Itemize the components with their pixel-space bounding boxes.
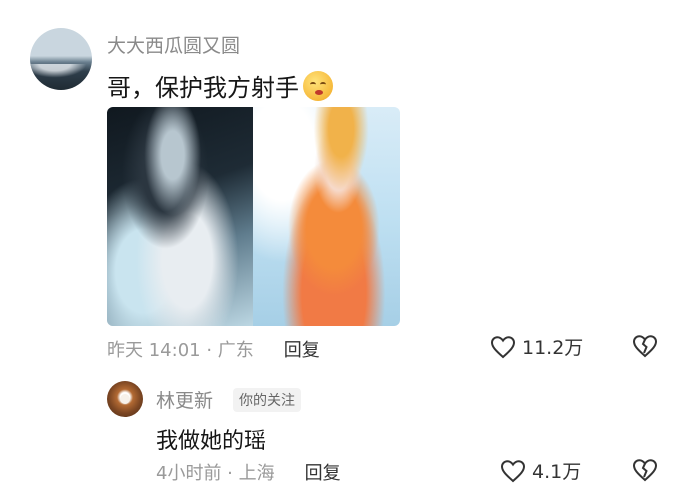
heart-icon xyxy=(500,459,526,482)
follow-badge: 你的关注 xyxy=(233,388,301,412)
image-right-panel xyxy=(253,107,400,326)
reply-like-count: 4.1万 xyxy=(532,461,582,483)
broken-heart-icon xyxy=(632,335,658,358)
like-count: 11.2万 xyxy=(522,337,584,359)
comment-item: 大大西瓜圆又圆 哥，保护我方射手 昨天 14:01 · 广东 回复 11.2万 xyxy=(0,0,690,370)
image-left-panel xyxy=(107,107,253,326)
reply-like-button[interactable]: 4.1万 xyxy=(500,457,581,484)
smirk-emoji-icon xyxy=(303,70,333,101)
reply-username[interactable]: 林更新 xyxy=(156,386,213,413)
dislike-button[interactable] xyxy=(632,334,658,358)
heart-icon xyxy=(490,335,516,358)
reply-avatar[interactable] xyxy=(107,381,143,417)
comment-username[interactable]: 大大西瓜圆又圆 xyxy=(107,31,240,58)
reply-text: 我做她的瑶 xyxy=(156,429,267,454)
broken-heart-icon xyxy=(632,459,658,482)
reply-button[interactable]: 回复 xyxy=(284,336,320,362)
comment-time-location: 昨天 14:01 · 广东 xyxy=(107,340,254,361)
comment-text: 哥，保护我方射手 xyxy=(107,68,333,103)
reply-meta: 4小时前 · 上海 回复 xyxy=(156,458,341,486)
comment-text-content: 哥，保护我方射手 xyxy=(107,74,299,102)
like-button[interactable]: 11.2万 xyxy=(490,333,583,360)
reply-time-location: 4小时前 · 上海 xyxy=(156,463,275,484)
comment-image[interactable] xyxy=(107,107,400,326)
avatar[interactable] xyxy=(30,28,92,90)
reply-reply-button[interactable]: 回复 xyxy=(305,459,341,485)
reply-dislike-button[interactable] xyxy=(632,458,658,482)
comment-meta: 昨天 14:01 · 广东 回复 xyxy=(107,335,320,363)
